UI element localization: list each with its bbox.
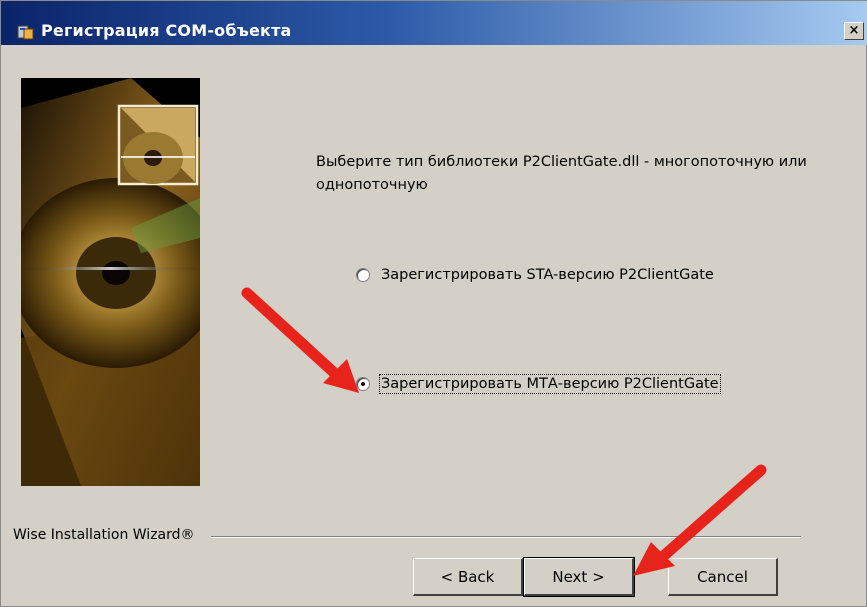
- cd-disc-banner: [21, 78, 200, 486]
- next-button-label: Next >: [552, 567, 605, 586]
- title-bar[interactable]: Регистрация СОМ-объекта ×: [1, 1, 867, 45]
- setup-app-icon: [17, 25, 34, 40]
- red-annotation-arrow: [633, 464, 767, 576]
- back-button-label: < Back: [440, 567, 495, 586]
- radio-label-mta[interactable]: Зарегистрировать МТА-версию P2ClientGate: [379, 374, 721, 394]
- close-icon: ×: [848, 23, 860, 38]
- wizard-branding: Wise Installation Wizard®: [13, 527, 195, 543]
- window-title: Регистрация СОМ-объекта: [41, 21, 292, 40]
- radio-label-sta[interactable]: Зарегистрировать STA-версию P2ClientGate: [381, 267, 714, 283]
- back-button[interactable]: < Back: [413, 558, 523, 596]
- radio-option-mta[interactable]: Зарегистрировать МТА-версию P2ClientGate: [356, 374, 721, 394]
- radio-button-sta[interactable]: [356, 268, 370, 282]
- radio-option-sta[interactable]: Зарегистрировать STA-версию P2ClientGate: [356, 267, 714, 283]
- instruction-text: Выберите тип библиотеки P2ClientGate.dll…: [316, 154, 807, 193]
- wizard-window: Регистрация СОМ-объекта × Выберите тип б…: [0, 0, 867, 607]
- close-button[interactable]: ×: [844, 22, 864, 40]
- red-annotation-arrow: [241, 287, 359, 393]
